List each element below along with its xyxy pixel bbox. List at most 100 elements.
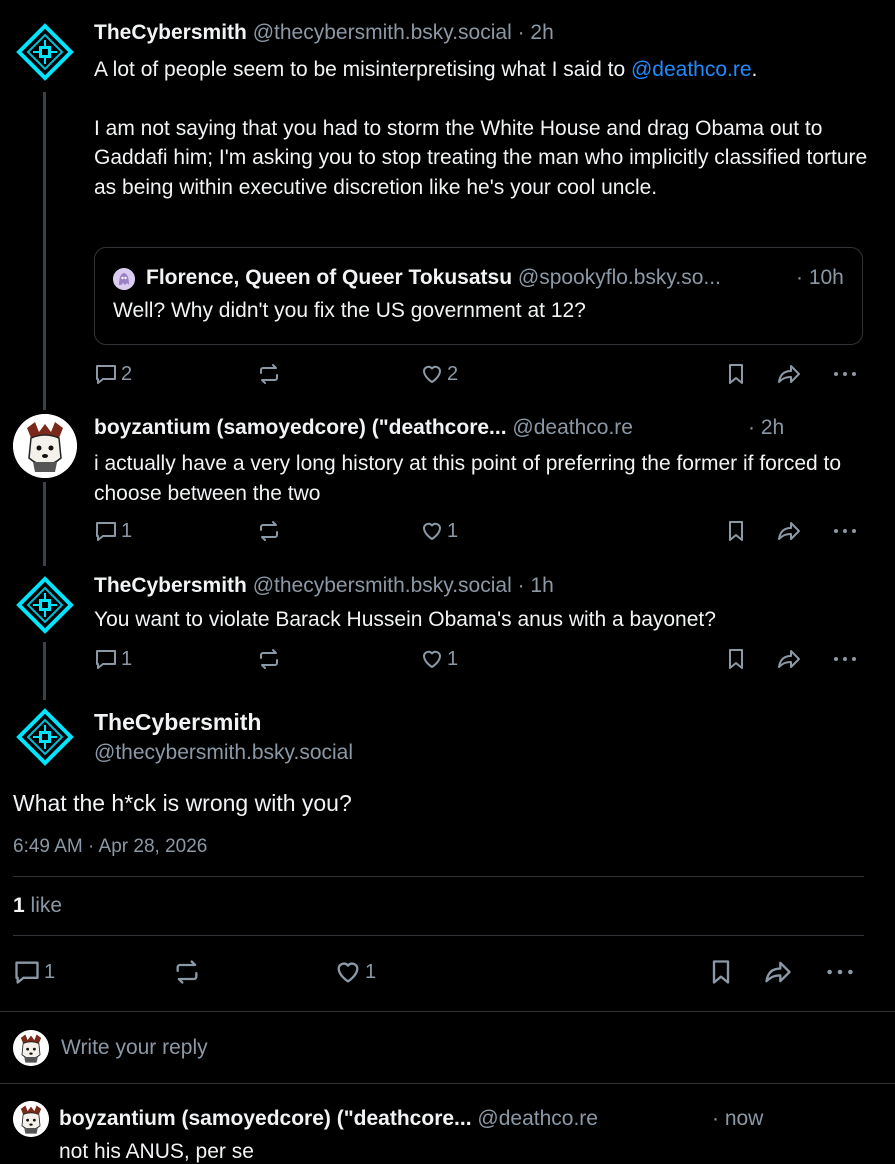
reply-button[interactable]: 2 <box>94 362 132 386</box>
avatar[interactable] <box>13 705 77 769</box>
like-summary-label: like <box>30 894 63 917</box>
quote-author-name[interactable]: Florence, Queen of Queer Tokusatsu <box>146 266 512 289</box>
share-button[interactable] <box>763 958 793 986</box>
focused-timestamp[interactable]: 6:49 AM · Apr 28, 2026 <box>13 836 207 858</box>
like-button[interactable]: 1 <box>420 647 458 671</box>
reply-count: 1 <box>44 960 56 983</box>
post-text: You want to violate Barack Hussein Obama… <box>94 608 716 631</box>
author-name[interactable]: boyzantium (samoyedcore) ("deathcore... <box>94 416 507 439</box>
author-name[interactable]: boyzantium (samoyedcore) ("deathcore... <box>59 1107 472 1130</box>
author-handle[interactable]: @deathco.re <box>477 1107 598 1130</box>
more-icon <box>827 969 853 975</box>
quote-time[interactable]: · 10h <box>796 266 844 290</box>
avatar[interactable] <box>13 1101 49 1137</box>
cybersmith-logo-icon <box>13 573 77 637</box>
post-header: TheCybersmith @thecybersmith.bsky.social… <box>94 21 554 45</box>
quoted-post[interactable]: Florence, Queen of Queer Tokusatsu @spoo… <box>94 247 863 345</box>
avatar[interactable] <box>13 20 77 84</box>
like-count: 1 <box>365 960 377 983</box>
reply-button[interactable]: 1 <box>13 958 55 986</box>
author-name[interactable]: TheCybersmith <box>94 21 247 44</box>
post-text-paragraph: I am not saying that you had to storm th… <box>94 116 868 199</box>
repost-icon <box>176 960 198 984</box>
bookmark-button[interactable] <box>724 362 748 386</box>
focused-post-text: What the h*ck is wrong with you? <box>13 790 352 816</box>
share-button[interactable] <box>776 519 802 543</box>
reply-count: 2 <box>121 362 133 385</box>
bookmark-button[interactable] <box>724 647 748 671</box>
post-text: not his ANUS, per se <box>59 1140 254 1163</box>
post-time[interactable]: · 1h <box>518 574 554 597</box>
avatar[interactable] <box>13 414 77 478</box>
author-name[interactable]: TheCybersmith <box>94 574 247 597</box>
reply-button[interactable]: 1 <box>94 519 132 543</box>
reply-icon <box>96 365 116 384</box>
like-count: 2 <box>447 362 459 385</box>
bookmark-icon <box>729 364 743 384</box>
post-header: boyzantium (samoyedcore) ("deathcore... … <box>94 416 633 440</box>
more-button[interactable] <box>832 519 858 543</box>
reply-button[interactable]: 1 <box>94 647 132 671</box>
post-header: TheCybersmith @thecybersmith.bsky.social… <box>94 574 554 598</box>
reply-count: 1 <box>121 519 133 542</box>
author-handle[interactable]: @deathco.re <box>512 416 633 439</box>
post-actions: 1 1 <box>94 647 864 677</box>
heart-icon <box>423 365 441 383</box>
share-icon <box>778 365 800 383</box>
thread-line <box>43 92 46 410</box>
divider <box>13 935 864 936</box>
samoyed-avatar-icon <box>13 1101 49 1137</box>
like-summary-count: 1 <box>13 894 25 917</box>
like-summary[interactable]: 1 like <box>13 894 62 918</box>
like-count: 1 <box>447 647 459 670</box>
author-handle[interactable]: @thecybersmith.bsky.social <box>253 21 512 44</box>
avatar[interactable] <box>13 573 77 637</box>
bookmark-button[interactable] <box>724 519 748 543</box>
divider <box>13 876 864 877</box>
reply-icon <box>15 961 39 984</box>
repost-icon <box>260 521 278 541</box>
mention-link[interactable]: @deathco.re <box>631 58 752 81</box>
repost-button[interactable] <box>257 519 281 543</box>
bookmark-icon <box>729 649 743 669</box>
quote-avatar <box>113 268 135 290</box>
post-header: boyzantium (samoyedcore) ("deathcore... … <box>59 1107 598 1131</box>
focused-author-name[interactable]: TheCybersmith <box>94 709 261 736</box>
post-time[interactable]: · 2h <box>748 416 784 440</box>
author-handle[interactable]: @thecybersmith.bsky.social <box>253 574 512 597</box>
repost-button[interactable] <box>173 958 201 986</box>
more-button[interactable] <box>832 362 858 386</box>
reply-input[interactable]: Write your reply <box>61 1036 208 1060</box>
quote-header: Florence, Queen of Queer Tokusatsu @spoo… <box>146 266 721 290</box>
post-time[interactable]: · now <box>712 1107 763 1131</box>
my-avatar[interactable] <box>13 1030 49 1066</box>
like-button[interactable]: 2 <box>420 362 458 386</box>
focused-actions: 1 1 <box>13 958 864 988</box>
share-button[interactable] <box>776 362 802 386</box>
share-icon <box>778 522 800 540</box>
more-button[interactable] <box>825 958 855 986</box>
like-button[interactable]: 1 <box>420 519 458 543</box>
share-icon <box>778 650 800 668</box>
reply-icon <box>96 650 116 669</box>
repost-button[interactable] <box>257 362 281 386</box>
samoyed-avatar-icon <box>13 414 77 478</box>
more-button[interactable] <box>832 647 858 671</box>
like-count: 1 <box>447 519 459 542</box>
share-icon <box>765 961 791 983</box>
post-text: i actually have a very long history at t… <box>94 452 842 505</box>
thread-line <box>43 642 46 700</box>
share-button[interactable] <box>776 647 802 671</box>
samoyed-avatar-icon <box>13 1030 49 1066</box>
post-text: A lot of people seem to be misinterpreti… <box>94 55 874 202</box>
heart-icon <box>423 522 441 540</box>
repost-button[interactable] <box>257 647 281 671</box>
focused-author-handle[interactable]: @thecybersmith.bsky.social <box>94 741 353 765</box>
repost-icon <box>260 649 278 669</box>
post-time[interactable]: · 2h <box>518 21 554 44</box>
bookmark-button[interactable] <box>707 958 735 986</box>
post-text-part: A lot of people seem to be misinterpreti… <box>94 58 631 81</box>
quote-author-handle[interactable]: @spookyflo.bsky.so... <box>518 266 721 289</box>
like-button[interactable]: 1 <box>334 958 376 986</box>
divider <box>0 1011 895 1012</box>
